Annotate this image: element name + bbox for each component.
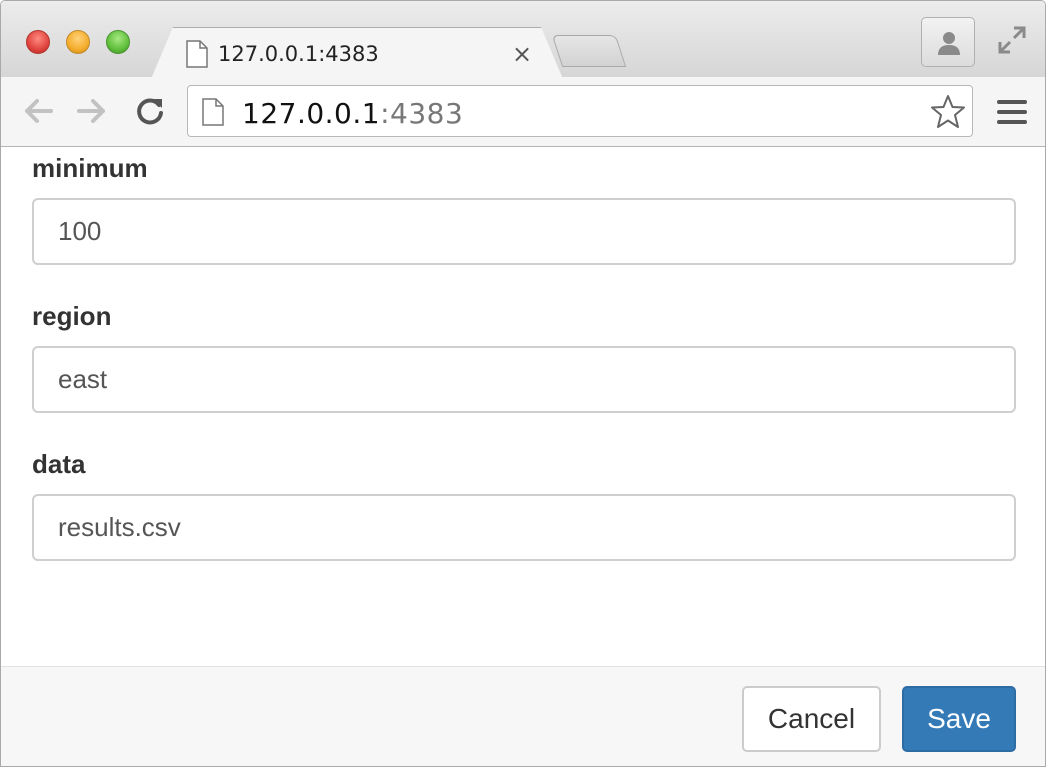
profile-button[interactable] [921, 17, 975, 67]
url-port: :4383 [380, 97, 464, 130]
form-content: minimum region data [1, 148, 1045, 666]
minimum-label: minimum [32, 153, 148, 183]
region-input[interactable] [32, 346, 1016, 413]
window-close-button[interactable] [26, 30, 50, 54]
save-button[interactable]: Save [902, 686, 1016, 752]
page-icon [186, 40, 208, 73]
address-bar[interactable]: 127.0.0.1:4383 [187, 85, 973, 137]
address-url[interactable]: 127.0.0.1:4383 [242, 97, 463, 130]
new-tab-button[interactable] [551, 35, 627, 67]
back-arrow-icon[interactable] [21, 96, 55, 131]
data-label: data [32, 449, 86, 479]
browser-window: 127.0.0.1:4383 × 127.0.0.1:4383 minimum … [0, 0, 1046, 767]
minimum-input[interactable] [32, 198, 1016, 265]
person-icon [938, 32, 960, 55]
reload-icon[interactable] [134, 96, 166, 133]
page-icon [202, 98, 224, 131]
url-host: 127.0.0.1 [242, 97, 381, 130]
forward-arrow-icon[interactable] [75, 96, 109, 131]
tab-strip: 127.0.0.1:4383 × [1, 1, 1045, 77]
data-input[interactable] [32, 494, 1016, 561]
star-icon[interactable] [930, 94, 966, 135]
region-label: region [32, 301, 112, 331]
cancel-button[interactable]: Cancel [742, 686, 881, 752]
hamburger-menu-icon[interactable] [996, 98, 1028, 131]
modal-footer: Cancel Save [1, 666, 1045, 766]
fullscreen-icon[interactable] [996, 24, 1028, 61]
tab-close-icon[interactable]: × [512, 40, 532, 68]
window-minimize-button[interactable] [66, 30, 90, 54]
browser-tab[interactable]: 127.0.0.1:4383 × [151, 27, 563, 79]
browser-toolbar: 127.0.0.1:4383 [1, 77, 1045, 147]
tab-title: 127.0.0.1:4383 [218, 42, 379, 66]
window-zoom-button[interactable] [106, 30, 130, 54]
